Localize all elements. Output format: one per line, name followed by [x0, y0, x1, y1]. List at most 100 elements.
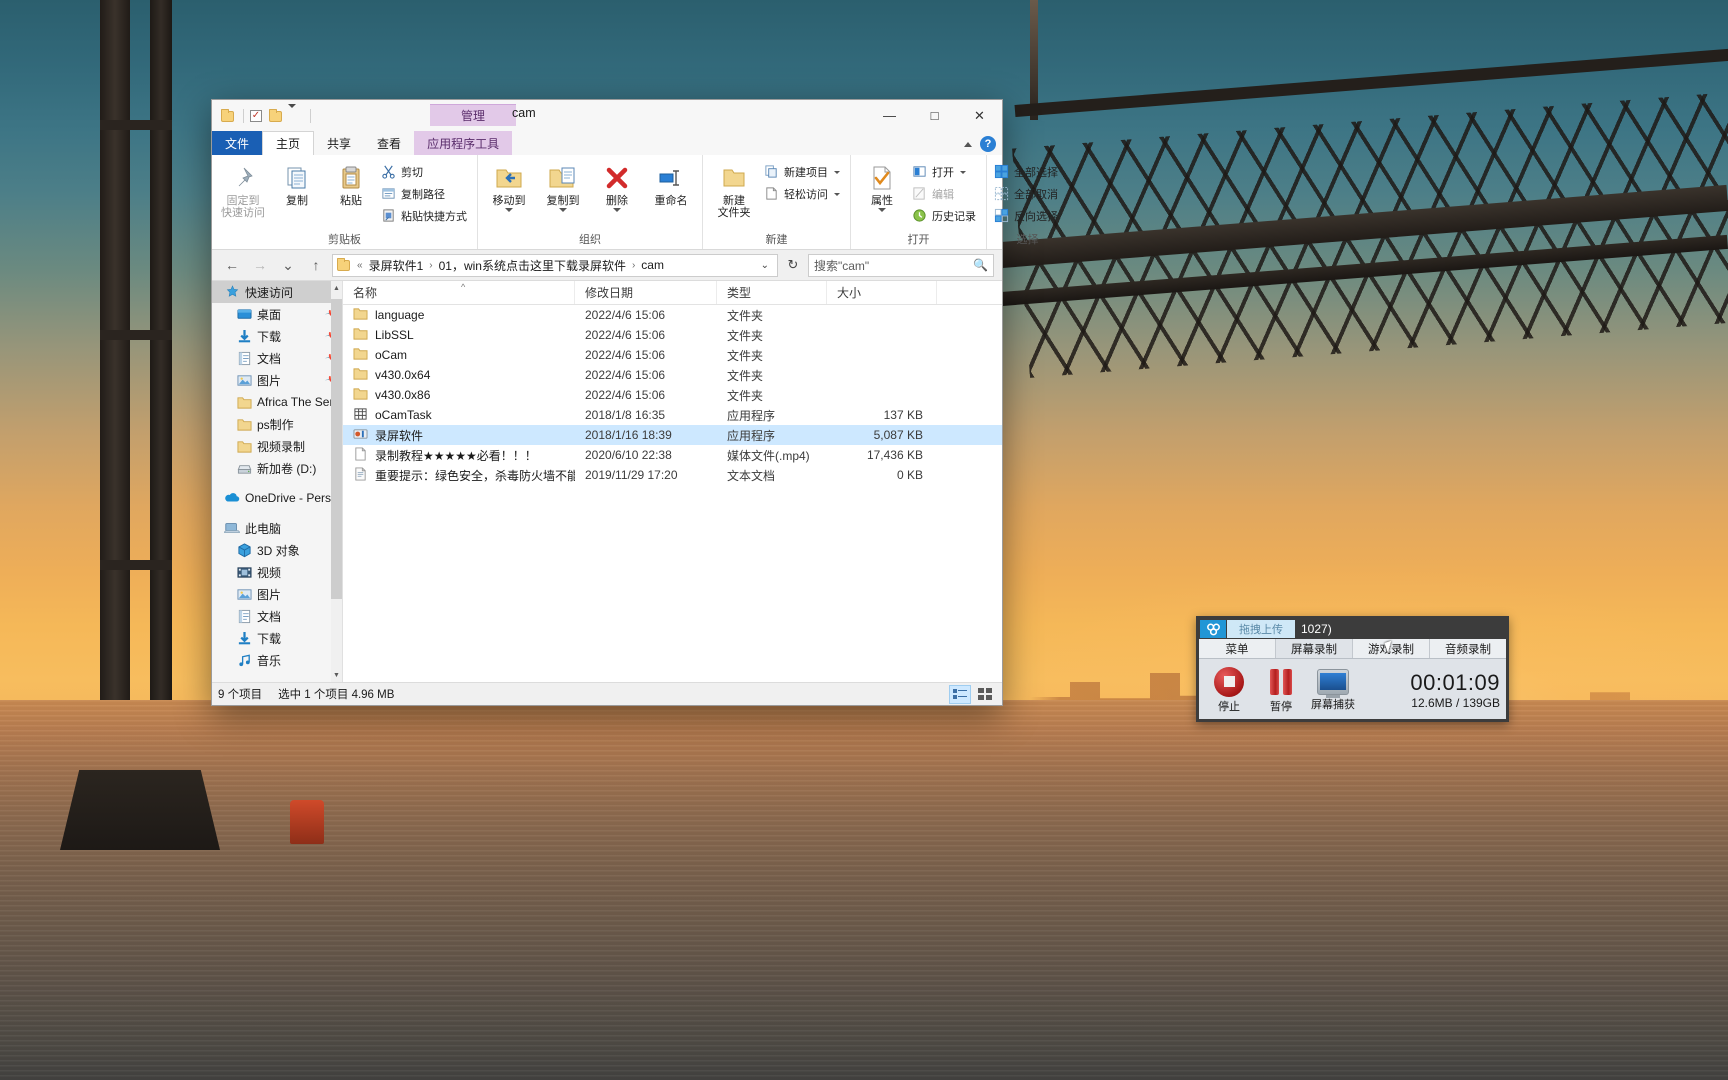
address-bar[interactable]: ← → ⌄ ↑ « 录屏软件1 › 01，win系统点击这里下载录屏软件 › c… — [212, 250, 1002, 280]
chevron-down-icon[interactable]: ⌄ — [761, 260, 773, 271]
up-button[interactable]: ↑ — [304, 253, 328, 277]
search-icon[interactable]: 🔍 — [973, 258, 988, 272]
screen-recorder-widget[interactable]: 拖拽上传 1027) 菜单 屏幕录制 游戏录制 音频录制 停止 暂停 屏幕捕获 … — [1196, 616, 1509, 722]
sidebar-item-10[interactable]: 此电脑 — [212, 517, 342, 539]
details-view-icon[interactable] — [949, 684, 971, 704]
breadcrumb-item-root[interactable]: 录屏软件1 — [366, 256, 427, 275]
table-row[interactable]: oCam 2022/4/6 15:06 文件夹 — [343, 345, 1002, 365]
sidebar-item-0[interactable]: 快速访问 — [212, 281, 342, 303]
navigation-list[interactable]: 快速访问桌面📌下载📌文档📌图片📌 Africa The Sere ps制作视频录制新… — [212, 281, 342, 671]
cloud-upload-icon[interactable] — [1200, 620, 1226, 638]
column-header-row[interactable]: 名称 修改日期 类型 大小 ^ — [343, 281, 1002, 305]
chevron-down-icon[interactable] — [505, 208, 513, 212]
breadcrumb-item-mid[interactable]: 01，win系统点击这里下载录屏软件 — [436, 256, 629, 275]
copy-to-button[interactable]: 复制到 — [537, 159, 589, 212]
sidebar-item-6[interactable]: ps制作 — [212, 413, 342, 435]
tab-share[interactable]: 共享 — [314, 131, 364, 155]
quick-access-toolbar[interactable]: ✓ — [212, 103, 314, 124]
edit-button[interactable]: 编辑 — [910, 184, 981, 204]
column-header-size[interactable]: 大小 — [827, 281, 937, 304]
sidebar-item-9[interactable]: OneDrive - Persc — [212, 487, 342, 509]
tab-home[interactable]: 主页 — [262, 131, 315, 155]
chevron-up-icon[interactable] — [964, 141, 972, 147]
sidebar-item-1[interactable]: 桌面📌 — [212, 303, 342, 325]
open-button[interactable]: 打开 — [910, 162, 981, 182]
pin-to-quick-access-button[interactable]: 固定到 快速访问 — [217, 159, 269, 219]
sidebar-item-7[interactable]: 视频录制 — [212, 435, 342, 457]
chevron-down-icon[interactable] — [960, 170, 966, 174]
history-button[interactable]: 历史记录 — [910, 206, 981, 226]
table-row[interactable]: v430.0x86 2022/4/6 15:06 文件夹 — [343, 385, 1002, 405]
table-row[interactable]: 录制教程★★★★★必看！！！ 2020/6/10 22:38 媒体文件(.mp4) 1… — [343, 445, 1002, 465]
sidebar-item-15[interactable]: 下载 — [212, 627, 342, 649]
breadcrumb[interactable]: « 录屏软件1 › 01，win系统点击这里下载录屏软件 › cam ⌄ — [332, 253, 778, 277]
minimize-button[interactable]: — — [867, 100, 912, 131]
tiles-view-icon[interactable] — [974, 685, 996, 704]
new-folder-icon[interactable] — [269, 108, 285, 124]
ribbon-tabs[interactable]: 文件 主页 共享 查看 应用程序工具 ? — [212, 131, 1002, 155]
nav-scrollbar[interactable]: ▲ ▼ — [331, 281, 342, 682]
window-titlebar[interactable]: ✓ 管理 cam — □ ✕ — [212, 100, 1002, 131]
file-explorer-window[interactable]: ✓ 管理 cam — □ ✕ 文件 主页 共享 查看 应用程序工具 ? 固定到 … — [211, 99, 1058, 706]
forward-button[interactable]: → — [248, 253, 272, 277]
drag-upload-pill[interactable]: 拖拽上传 — [1227, 620, 1295, 638]
view-mode-buttons[interactable] — [949, 684, 996, 704]
ribbon-controls[interactable]: ? — [964, 136, 996, 152]
column-header-type[interactable]: 类型 — [717, 281, 827, 304]
table-row[interactable]: v430.0x64 2022/4/6 15:06 文件夹 — [343, 365, 1002, 385]
navigation-pane[interactable]: 快速访问桌面📌下载📌文档📌图片📌 Africa The Sere ps制作视频录制新… — [212, 281, 343, 682]
scroll-up-arrow[interactable]: ▲ — [331, 281, 342, 295]
search-input[interactable]: 搜索"cam" 🔍 — [808, 253, 994, 277]
sidebar-item-13[interactable]: 图片 — [212, 583, 342, 605]
breadcrumb-item-current[interactable]: cam — [638, 257, 667, 273]
stop-button[interactable]: 停止 — [1203, 666, 1255, 714]
chevron-down-icon[interactable] — [878, 208, 886, 212]
new-item-button[interactable]: 新建项目 — [762, 162, 845, 182]
refresh-button[interactable]: ↻ — [782, 254, 804, 277]
file-list-pane[interactable]: 名称 修改日期 类型 大小 ^ language 2022/4/6 15:06 文件… — [343, 281, 1002, 682]
screen-capture-button[interactable]: 屏幕捕获 — [1307, 668, 1359, 712]
easy-access-button[interactable]: 轻松访问 — [762, 184, 845, 204]
ribbon-panel[interactable]: 固定到 快速访问 复制 粘贴 剪切 复制路径 粘贴快捷方式 剪贴板 移动到 复制… — [212, 155, 1058, 250]
table-row[interactable]: 重要提示：绿色安全，杀毒防火墙不能识... 2019/11/29 17:20 文本文… — [343, 465, 1002, 485]
rename-button[interactable]: 重命名 — [645, 159, 697, 207]
chevron-down-icon[interactable] — [613, 208, 621, 212]
sidebar-item-8[interactable]: 新加卷 (D:) — [212, 457, 342, 479]
delete-button[interactable]: 删除 — [591, 159, 643, 212]
table-row[interactable]: 录屏软件 2018/1/16 18:39 应用程序 5,087 KB — [343, 425, 1002, 445]
window-controls[interactable]: — □ ✕ — [867, 100, 1002, 131]
scroll-down-arrow[interactable]: ▼ — [331, 668, 342, 682]
table-row[interactable]: oCamTask 2018/1/8 16:35 应用程序 137 KB — [343, 405, 1002, 425]
recorder-titlebar[interactable]: 拖拽上传 1027) — [1199, 619, 1506, 639]
customize-caret-icon[interactable] — [288, 103, 304, 124]
select-none-button[interactable]: 全部取消 — [992, 184, 1063, 204]
tab-screen-record[interactable]: 屏幕录制 — [1276, 639, 1353, 658]
sidebar-item-16[interactable]: 音乐 — [212, 649, 342, 671]
tab-application-tools[interactable]: 应用程序工具 — [414, 131, 513, 155]
tab-audio-record[interactable]: 音频录制 — [1430, 639, 1506, 658]
help-icon[interactable]: ? — [980, 136, 996, 152]
paste-button[interactable]: 粘贴 — [325, 159, 377, 207]
sidebar-item-12[interactable]: 视频 — [212, 561, 342, 583]
copy-path-button[interactable]: 复制路径 — [379, 184, 472, 204]
cut-button[interactable]: 剪切 — [379, 162, 472, 182]
properties-checkbox-icon[interactable]: ✓ — [250, 108, 266, 124]
recent-locations-button[interactable]: ⌄ — [276, 253, 300, 277]
table-row[interactable]: language 2022/4/6 15:06 文件夹 — [343, 305, 1002, 325]
table-row[interactable]: LibSSL 2022/4/6 15:06 文件夹 — [343, 325, 1002, 345]
recorder-controls[interactable]: 停止 暂停 屏幕捕获 00:01:09 12.6MB / 139GB — [1199, 659, 1506, 719]
move-to-button[interactable]: 移动到 — [483, 159, 535, 212]
sidebar-item-11[interactable]: 3D 对象 — [212, 539, 342, 561]
paste-shortcut-button[interactable]: 粘贴快捷方式 — [379, 206, 472, 226]
back-button[interactable]: ← — [220, 253, 244, 277]
invert-selection-button[interactable]: 反向选择 — [992, 206, 1063, 226]
tab-view[interactable]: 查看 — [364, 131, 414, 155]
folder-icon[interactable] — [221, 108, 237, 124]
tab-menu[interactable]: 菜单 — [1199, 639, 1276, 658]
new-folder-button[interactable]: 新建 文件夹 — [708, 159, 760, 219]
chevron-down-icon[interactable] — [834, 170, 840, 174]
column-header-date[interactable]: 修改日期 — [575, 281, 717, 304]
copy-button[interactable]: 复制 — [271, 159, 323, 207]
nav-scroll-thumb[interactable] — [331, 299, 342, 599]
sidebar-item-3[interactable]: 文档📌 — [212, 347, 342, 369]
